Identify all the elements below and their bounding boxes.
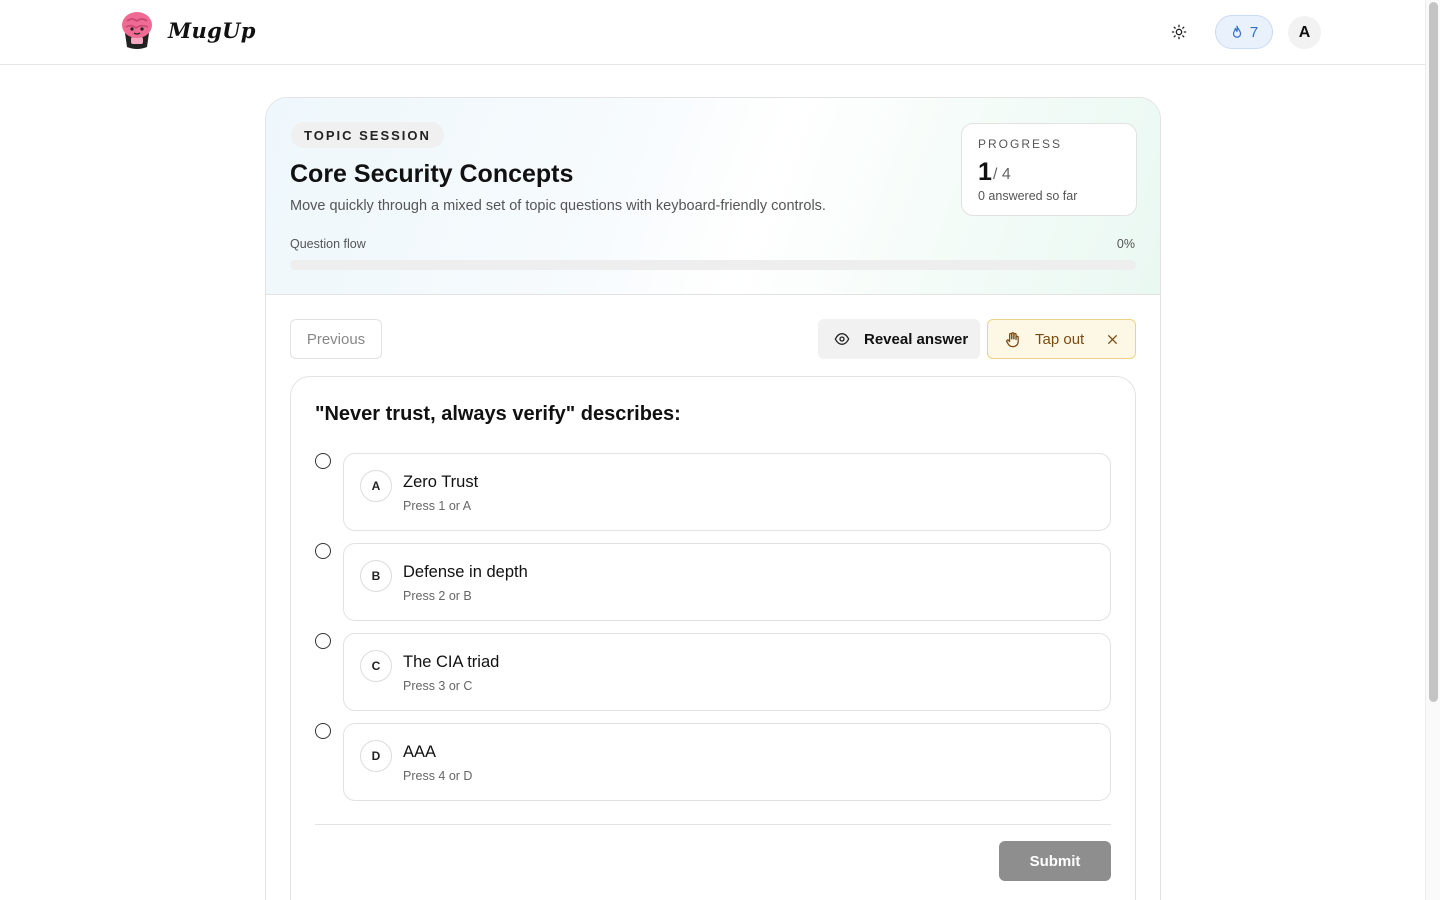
- option-a[interactable]: A Zero Trust Press 1 or A: [343, 453, 1111, 531]
- progress-current: 1: [978, 158, 992, 186]
- option-text: Defense in depth: [403, 563, 528, 581]
- option-c[interactable]: C The CIA triad Press 3 or C: [343, 633, 1111, 711]
- progress-note: 0 answered so far: [978, 189, 1078, 203]
- option-text: Zero Trust: [403, 473, 479, 491]
- flame-icon: [1232, 25, 1241, 38]
- option-a-radio[interactable]: [315, 453, 331, 469]
- question-flow-bar: [290, 260, 1136, 270]
- brain-mug-logo-icon[interactable]: [117, 9, 157, 51]
- question-text: "Never trust, always verify" describes:: [315, 403, 681, 425]
- question-flow-percent: 0%: [1116, 237, 1135, 251]
- session-type-chip: TOPIC SESSION: [291, 122, 444, 148]
- option-hint: Press 3 or C: [403, 679, 473, 693]
- streak-count: 7: [1249, 23, 1259, 41]
- option-text: AAA: [403, 743, 437, 761]
- option-letter: D: [360, 740, 392, 772]
- page-scrollbar[interactable]: [1425, 0, 1440, 900]
- option-letter: A: [360, 470, 392, 502]
- question-flow-label: Question flow: [290, 237, 366, 251]
- option-text: The CIA triad: [403, 653, 500, 671]
- option-d-radio[interactable]: [315, 723, 331, 739]
- sun-icon: [1171, 24, 1187, 40]
- question-panel: "Never trust, always verify" describes: …: [290, 376, 1136, 900]
- reveal-answer-label: Reveal answer: [864, 330, 969, 348]
- progress-total: / 4: [993, 166, 1011, 183]
- option-letter: C: [360, 650, 392, 682]
- progress-label: PROGRESS: [978, 137, 1063, 151]
- session-header: TOPIC SESSION Core Security Concepts Mov…: [266, 98, 1160, 295]
- streak-badge[interactable]: 7: [1215, 15, 1273, 49]
- tap-out-button[interactable]: Tap out: [987, 319, 1136, 359]
- option-d[interactable]: D AAA Press 4 or D: [343, 723, 1111, 801]
- option-c-radio[interactable]: [315, 633, 331, 649]
- page-title: Core Security Concepts: [290, 160, 574, 188]
- tap-out-label: Tap out: [1035, 330, 1085, 348]
- reveal-answer-button[interactable]: Reveal answer: [818, 319, 980, 359]
- progress-card: PROGRESS 1 / 4 0 answered so far: [961, 123, 1137, 216]
- option-hint: Press 1 or A: [403, 499, 472, 513]
- top-navbar: MugUp 7 A: [0, 0, 1425, 65]
- user-avatar[interactable]: A: [1288, 16, 1321, 49]
- page-subtitle: Move quickly through a mixed set of topi…: [290, 198, 826, 214]
- divider: [315, 824, 1111, 825]
- brand-name[interactable]: MugUp: [168, 18, 256, 43]
- option-hint: Press 2 or B: [403, 589, 472, 603]
- session-card: TOPIC SESSION Core Security Concepts Mov…: [265, 97, 1161, 900]
- submit-button[interactable]: Submit: [999, 841, 1111, 881]
- scrollbar-thumb[interactable]: [1429, 2, 1438, 702]
- option-b[interactable]: B Defense in depth Press 2 or B: [343, 543, 1111, 621]
- previous-button[interactable]: Previous: [290, 319, 382, 359]
- close-icon: [1108, 334, 1118, 344]
- hand-icon: [1006, 331, 1019, 347]
- option-letter: B: [360, 560, 392, 592]
- eye-icon: [834, 332, 850, 346]
- theme-toggle-button[interactable]: [1163, 16, 1195, 48]
- option-hint: Press 4 or D: [403, 769, 473, 783]
- option-b-radio[interactable]: [315, 543, 331, 559]
